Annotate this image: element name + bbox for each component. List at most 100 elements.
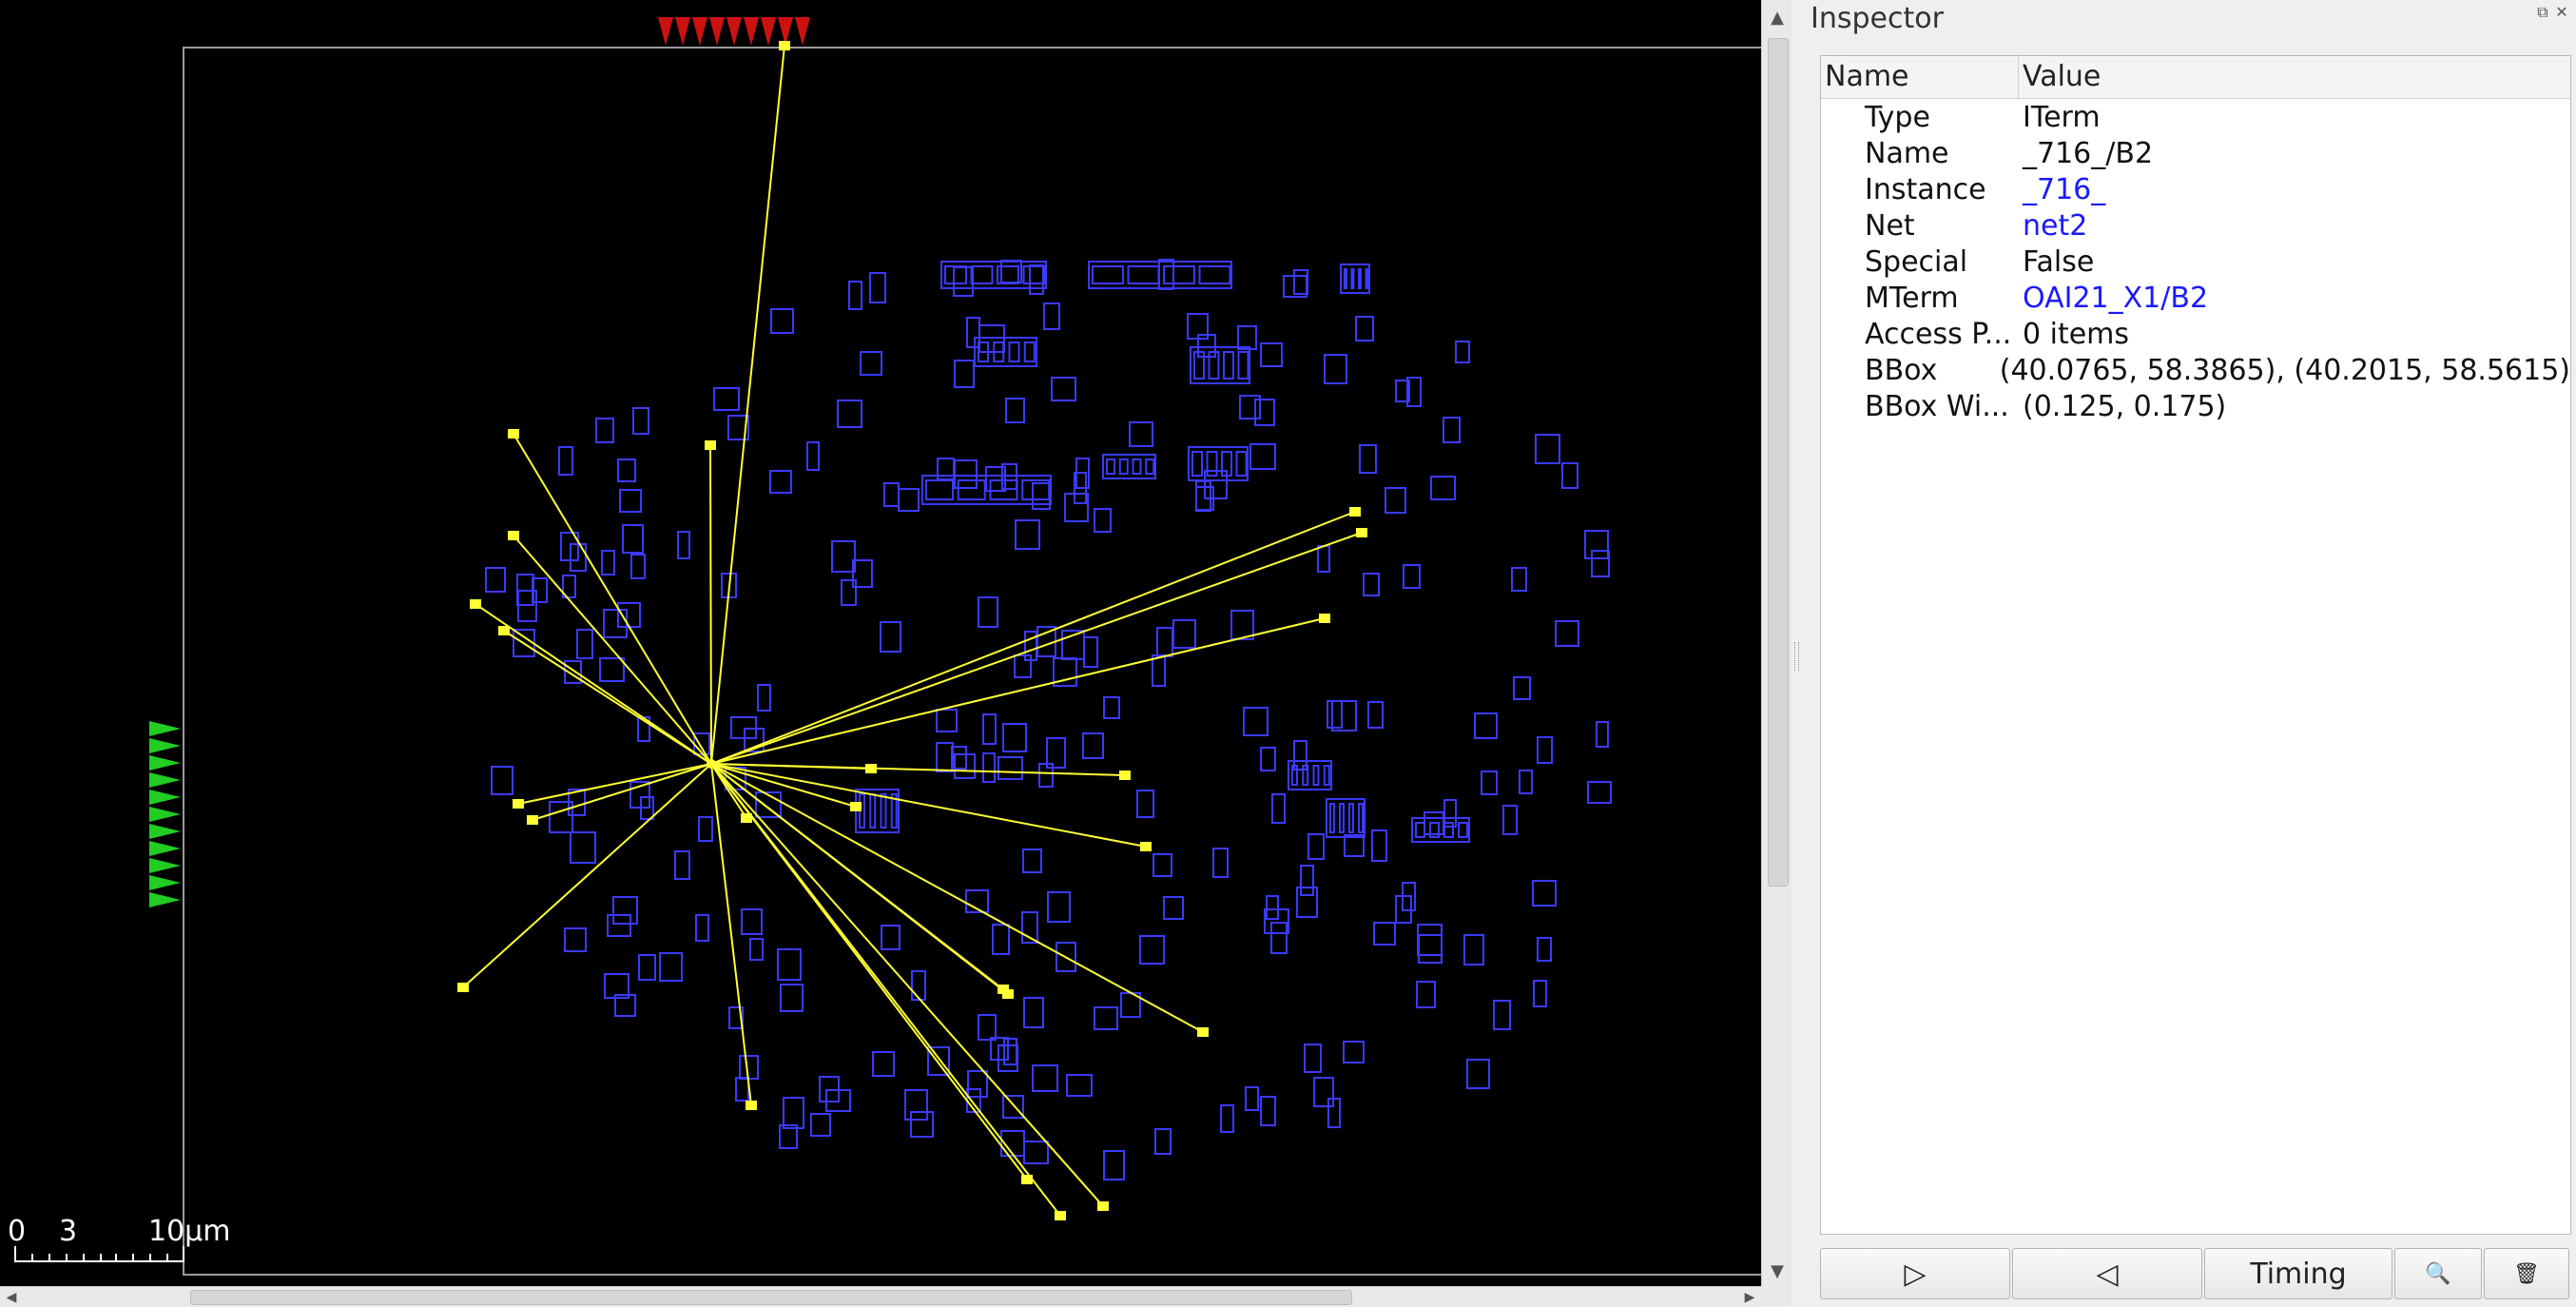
- selected-iterm[interactable]: [707, 759, 716, 769]
- cell: [576, 629, 593, 659]
- property-name: Access P...: [1865, 317, 2012, 351]
- cell: [1047, 891, 1071, 923]
- cell: [693, 732, 710, 755]
- cell: [1350, 268, 1355, 289]
- property-table[interactable]: Name Value Type ITerm Name _716_/B2 Inst…: [1820, 55, 2571, 1235]
- next-button[interactable]: ▷: [1820, 1248, 2010, 1299]
- cell: [936, 709, 958, 732]
- cell: [599, 657, 625, 682]
- cell: [1344, 268, 1347, 289]
- timing-button[interactable]: Timing: [2204, 1248, 2392, 1299]
- cell: [757, 684, 771, 712]
- cell: [883, 482, 900, 507]
- cell: [777, 948, 802, 981]
- vertical-scroll-thumb[interactable]: [1768, 38, 1789, 887]
- flyline: [710, 45, 785, 765]
- layout-canvas[interactable]: 0 3 10μm: [0, 0, 1761, 1286]
- standard-cells: [485, 259, 1612, 1180]
- horizontal-scrollbar[interactable]: ◀ ▶: [0, 1286, 1761, 1307]
- instance-link[interactable]: _716_: [2019, 173, 2570, 206]
- cell: [1103, 696, 1120, 719]
- table-row[interactable]: BBox (40.0765, 58.3865), (40.2015, 58.56…: [1821, 352, 2570, 388]
- mterm-link[interactable]: OAI21_X1/B2: [2019, 282, 2570, 315]
- float-dock-icon[interactable]: ⧉: [2534, 4, 2551, 21]
- table-row[interactable]: Net net2: [1821, 207, 2570, 244]
- delete-button[interactable]: 🗑: [2484, 1248, 2569, 1299]
- cell: [1127, 265, 1160, 284]
- previous-button[interactable]: ◁: [2012, 1248, 2202, 1299]
- table-row[interactable]: Special False: [1821, 244, 2570, 280]
- cell: [1260, 747, 1276, 771]
- cell: [1561, 462, 1579, 489]
- cell: [869, 793, 877, 829]
- scale-label-10: 10μm: [148, 1215, 230, 1248]
- cell: [1005, 398, 1025, 423]
- table-row[interactable]: BBox Wi... (0.125, 0.175): [1821, 388, 2570, 424]
- cell: [1198, 265, 1231, 284]
- flyline: [710, 617, 1326, 765]
- cell: [925, 479, 954, 500]
- cell: [1304, 1044, 1322, 1073]
- cell: [601, 550, 615, 575]
- property-value: ITerm: [2023, 100, 2101, 134]
- cell: [1002, 723, 1027, 752]
- scroll-up-icon[interactable]: ▲: [1762, 2, 1792, 32]
- vertical-scrollbar[interactable]: ▲ ▼: [1761, 0, 1792, 1286]
- cell: [695, 914, 709, 942]
- cell: [860, 351, 882, 376]
- cell: [1502, 805, 1518, 835]
- cell: [1014, 654, 1032, 678]
- io-pin: [149, 824, 181, 839]
- cell: [1339, 803, 1345, 833]
- pin-marker: [1197, 1027, 1209, 1037]
- cell: [1511, 567, 1527, 592]
- cell: [1195, 480, 1211, 512]
- io-pin: [149, 721, 181, 736]
- cell: [1220, 1104, 1234, 1133]
- scroll-right-icon[interactable]: ▶: [1738, 1287, 1761, 1307]
- cell: [970, 265, 994, 284]
- cell: [880, 621, 901, 653]
- column-header-value[interactable]: Value: [2019, 56, 2570, 98]
- cell: [1092, 265, 1124, 284]
- scroll-left-icon[interactable]: ◀: [0, 1287, 23, 1307]
- zoom-to-button[interactable]: 🔍: [2394, 1248, 2482, 1299]
- scroll-down-icon[interactable]: ▼: [1762, 1256, 1792, 1286]
- cell: [910, 1111, 934, 1138]
- cell: [1385, 487, 1406, 514]
- cell: [1270, 922, 1288, 954]
- layout-view[interactable]: 0 3 10μm: [0, 0, 1761, 1286]
- cell: [869, 272, 886, 303]
- table-row[interactable]: MTerm OAI21_X1/B2: [1821, 280, 2570, 316]
- left-io-pins: [149, 721, 181, 907]
- pin-marker: [705, 440, 716, 450]
- cell: [1023, 341, 1036, 362]
- cell: [1132, 458, 1142, 475]
- cell: [1051, 377, 1076, 401]
- table-row[interactable]: Name _716_/B2: [1821, 135, 2570, 171]
- cell: [1022, 265, 1046, 284]
- io-pin: [709, 17, 725, 46]
- cell: [1264, 908, 1289, 934]
- io-pin: [692, 17, 707, 46]
- dock-splitter[interactable]: [1792, 0, 1801, 1306]
- cell: [1103, 1150, 1125, 1180]
- cell: [953, 266, 974, 297]
- io-pin: [795, 17, 810, 46]
- property-name: MTerm: [1865, 281, 1959, 315]
- flyline: [710, 763, 1104, 1207]
- close-dock-icon[interactable]: ✕: [2553, 4, 2570, 21]
- cell: [1094, 508, 1112, 533]
- cell: [1365, 268, 1369, 289]
- cell: [881, 925, 901, 950]
- table-row[interactable]: Access P... 0 items: [1821, 316, 2570, 352]
- cell: [1023, 1141, 1049, 1164]
- pin-marker: [508, 429, 519, 439]
- table-row[interactable]: Type ITerm: [1821, 99, 2570, 135]
- table-row[interactable]: Instance _716_: [1821, 171, 2570, 207]
- column-header-name[interactable]: Name: [1821, 56, 2019, 98]
- net-link[interactable]: net2: [2019, 209, 2570, 243]
- horizontal-scroll-thumb[interactable]: [190, 1290, 1352, 1305]
- cell: [1327, 700, 1343, 729]
- pin-marker: [1356, 528, 1367, 537]
